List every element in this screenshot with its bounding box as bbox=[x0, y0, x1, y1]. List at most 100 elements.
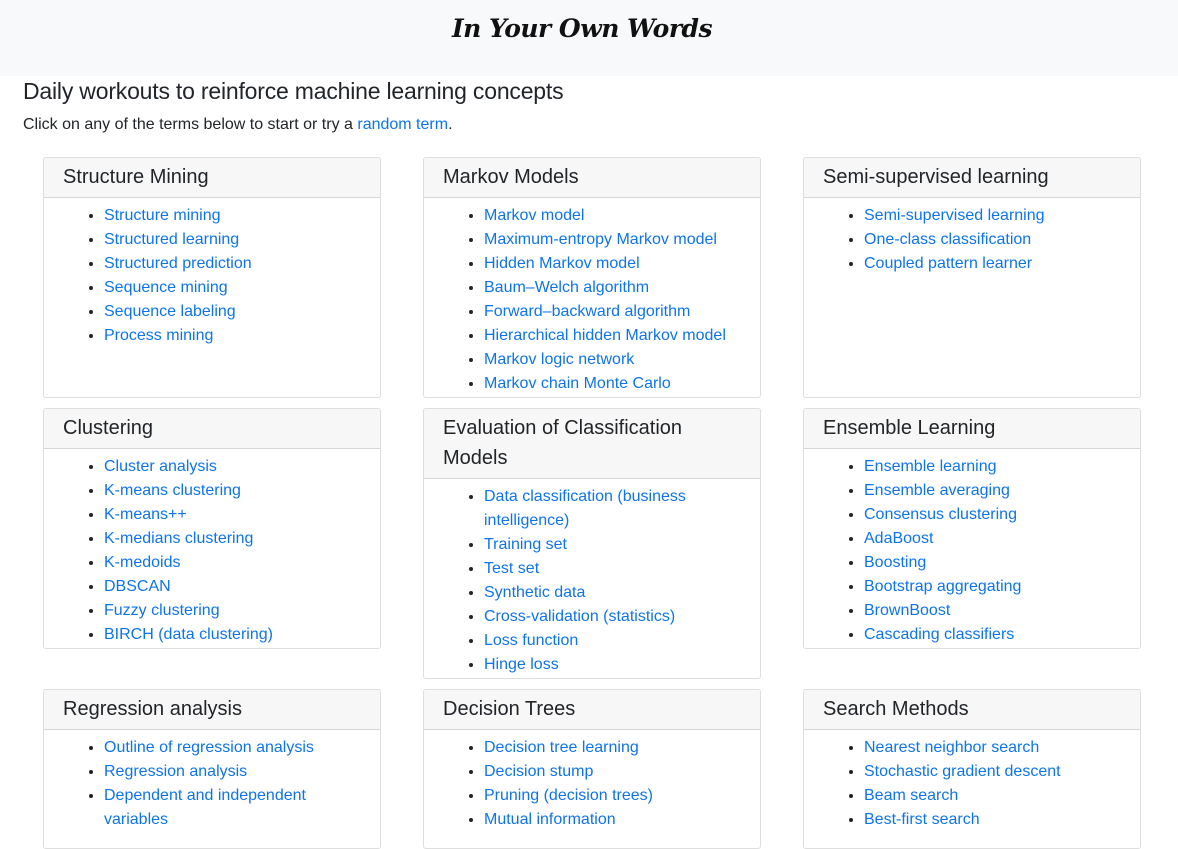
list-item: Regression analysis bbox=[104, 760, 361, 784]
list-item: Pruning (decision trees) bbox=[484, 784, 741, 808]
term-link[interactable]: Cascading classifiers bbox=[864, 626, 1014, 643]
page-title: Daily workouts to reinforce machine lear… bbox=[23, 78, 564, 104]
term-link[interactable]: Structure mining bbox=[104, 207, 221, 224]
card-ensemble-learning: Ensemble Learning Ensemble learning Ense… bbox=[803, 408, 1141, 649]
list-item: Test set bbox=[484, 557, 741, 581]
list-item: Hierarchical hidden Markov model bbox=[484, 324, 741, 348]
term-link[interactable]: Ensemble averaging bbox=[864, 482, 1010, 499]
term-link[interactable]: Sequence labeling bbox=[104, 303, 236, 320]
list-item: Beam search bbox=[864, 784, 1121, 808]
list-item: Forward–backward algorithm bbox=[484, 300, 741, 324]
term-link[interactable]: Regression analysis bbox=[104, 763, 247, 780]
list-item: Structured prediction bbox=[104, 252, 361, 276]
term-link[interactable]: K-medoids bbox=[104, 554, 180, 571]
term-link[interactable]: Bootstrap aggregating bbox=[864, 578, 1021, 595]
card-title: Clustering bbox=[44, 409, 380, 449]
term-link[interactable]: Process mining bbox=[104, 327, 213, 344]
term-list: Data classification (business intelligen… bbox=[443, 485, 741, 677]
term-link[interactable]: Maximum-entropy Markov model bbox=[484, 231, 717, 248]
list-item: Maximum-entropy Markov model bbox=[484, 228, 741, 252]
list-item: BIRCH (data clustering) bbox=[104, 623, 361, 647]
term-link[interactable]: Hierarchical hidden Markov model bbox=[484, 327, 726, 344]
term-link[interactable]: Hidden Markov model bbox=[484, 255, 640, 272]
list-item: Ensemble averaging bbox=[864, 479, 1121, 503]
card-body: Nearest neighbor search Stochastic gradi… bbox=[804, 730, 1140, 832]
list-item: Mutual information bbox=[484, 808, 741, 832]
term-link[interactable]: Dependent and independent variables bbox=[104, 787, 306, 828]
card-search-methods: Search Methods Nearest neighbor search S… bbox=[803, 689, 1141, 849]
list-item: Outline of regression analysis bbox=[104, 736, 361, 760]
term-link[interactable]: BrownBoost bbox=[864, 602, 950, 619]
term-list: Semi-supervised learning One-class class… bbox=[823, 204, 1121, 276]
card-body: Decision tree learning Decision stump Pr… bbox=[424, 730, 760, 832]
term-list: Outline of regression analysis Regressio… bbox=[63, 736, 361, 832]
list-item: Decision stump bbox=[484, 760, 741, 784]
term-link[interactable]: Baum–Welch algorithm bbox=[484, 279, 649, 296]
list-item: Sequence labeling bbox=[104, 300, 361, 324]
term-list: Structure mining Structured learning Str… bbox=[63, 204, 361, 348]
term-link[interactable]: Best-first search bbox=[864, 811, 980, 828]
term-link[interactable]: Sequence mining bbox=[104, 279, 228, 296]
term-link[interactable]: Synthetic data bbox=[484, 584, 585, 601]
term-link[interactable]: Structured learning bbox=[104, 231, 239, 248]
term-link[interactable]: Cluster analysis bbox=[104, 458, 217, 475]
list-item: Consensus clustering bbox=[864, 503, 1121, 527]
term-link[interactable]: Test set bbox=[484, 560, 539, 577]
list-item: Nearest neighbor search bbox=[864, 736, 1121, 760]
term-link[interactable]: Hinge loss bbox=[484, 656, 559, 673]
term-link[interactable]: Beam search bbox=[864, 787, 958, 804]
random-term-link[interactable]: random term bbox=[357, 116, 448, 133]
term-link[interactable]: Nearest neighbor search bbox=[864, 739, 1039, 756]
term-link[interactable]: Ensemble learning bbox=[864, 458, 997, 475]
list-item: Process mining bbox=[104, 324, 361, 348]
list-item: Sequence mining bbox=[104, 276, 361, 300]
list-item: K-means++ bbox=[104, 503, 361, 527]
card-clustering: Clustering Cluster analysis K-means clus… bbox=[43, 408, 381, 649]
list-item: Cluster analysis bbox=[104, 455, 361, 479]
term-list: Cluster analysis K-means clustering K-me… bbox=[63, 455, 361, 647]
term-link[interactable]: Structured prediction bbox=[104, 255, 252, 272]
list-item: AdaBoost bbox=[864, 527, 1121, 551]
term-link[interactable]: Fuzzy clustering bbox=[104, 602, 220, 619]
intro-text-after: . bbox=[448, 116, 453, 133]
term-link[interactable]: Training set bbox=[484, 536, 567, 553]
card-evaluation-of-classification-models: Evaluation of Classification Models Data… bbox=[423, 408, 761, 679]
term-link[interactable]: Boosting bbox=[864, 554, 926, 571]
term-link[interactable]: K-means clustering bbox=[104, 482, 241, 499]
card-title: Semi-supervised learning bbox=[804, 158, 1140, 198]
term-link[interactable]: DBSCAN bbox=[104, 578, 171, 595]
card-title: Structure Mining bbox=[44, 158, 380, 198]
term-link[interactable]: Stochastic gradient descent bbox=[864, 763, 1061, 780]
list-item: Synthetic data bbox=[484, 581, 741, 605]
term-link[interactable]: K-medians clustering bbox=[104, 530, 253, 547]
term-link[interactable]: Outline of regression analysis bbox=[104, 739, 314, 756]
term-link[interactable]: Consensus clustering bbox=[864, 506, 1017, 523]
term-link[interactable]: Decision stump bbox=[484, 763, 593, 780]
term-link[interactable]: Mutual information bbox=[484, 811, 616, 828]
term-link[interactable]: Semi-supervised learning bbox=[864, 207, 1045, 224]
term-link[interactable]: Data classification (business intelligen… bbox=[484, 488, 686, 529]
site-brand[interactable]: In Your Own Words bbox=[0, 14, 1164, 43]
list-item: Decision tree learning bbox=[484, 736, 741, 760]
term-link[interactable]: Markov chain Monte Carlo bbox=[484, 375, 671, 392]
list-item: Best-first search bbox=[864, 808, 1121, 832]
term-list: Markov model Maximum-entropy Markov mode… bbox=[443, 204, 741, 396]
term-link[interactable]: Forward–backward algorithm bbox=[484, 303, 690, 320]
term-link[interactable]: Coupled pattern learner bbox=[864, 255, 1032, 272]
card-structure-mining: Structure Mining Structure mining Struct… bbox=[43, 157, 381, 398]
card-title: Regression analysis bbox=[44, 690, 380, 730]
term-link[interactable]: Cross-validation (statistics) bbox=[484, 608, 675, 625]
term-link[interactable]: Markov logic network bbox=[484, 351, 634, 368]
term-link[interactable]: Loss function bbox=[484, 632, 578, 649]
term-link[interactable]: Markov model bbox=[484, 207, 584, 224]
term-link[interactable]: Decision tree learning bbox=[484, 739, 639, 756]
list-item: Bootstrap aggregating bbox=[864, 575, 1121, 599]
term-link[interactable]: BIRCH (data clustering) bbox=[104, 626, 273, 643]
term-link[interactable]: Pruning (decision trees) bbox=[484, 787, 653, 804]
term-link[interactable]: AdaBoost bbox=[864, 530, 933, 547]
term-link[interactable]: K-means++ bbox=[104, 506, 187, 523]
term-link[interactable]: One-class classification bbox=[864, 231, 1031, 248]
list-item: Fuzzy clustering bbox=[104, 599, 361, 623]
list-item: Markov logic network bbox=[484, 348, 741, 372]
list-item: Coupled pattern learner bbox=[864, 252, 1121, 276]
